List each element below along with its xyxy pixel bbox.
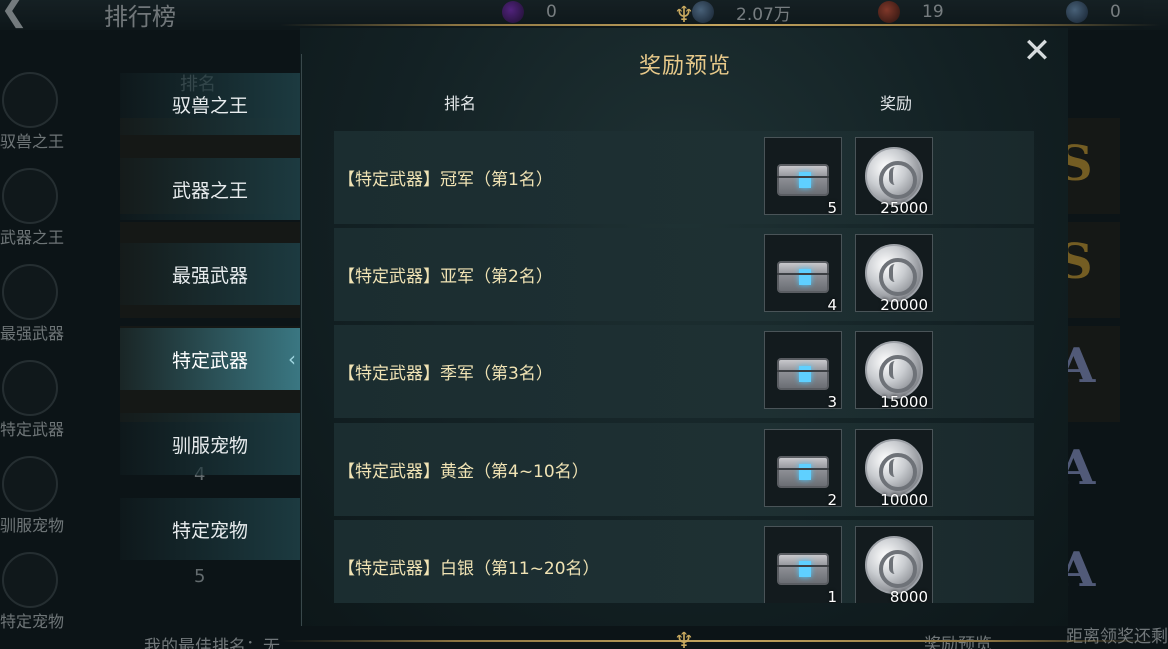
nav-label: 驭兽之王 [171,94,248,117]
coin-item-slot[interactable]: 10000 [855,429,933,509]
nav-label: 最强武器 [171,264,248,287]
red-orb-icon [878,1,900,23]
chest-item-slot[interactable]: 4 [764,234,842,314]
nav-item-beast-king[interactable]: 驭兽之王 [120,73,300,135]
currency-4-value: 0 [1110,2,1121,22]
chest-item-slot[interactable]: 3 [764,331,842,411]
reward-tier-label: 【特定武器】亚军（第2名） [338,267,553,287]
back-icon[interactable]: ❮ [0,0,52,26]
coin-item-slot[interactable]: 25000 [855,137,933,217]
item-count: 8000 [889,588,928,603]
page-title: 排行榜 [104,3,176,31]
chest-icon [777,164,829,196]
weapon-king-icon [2,168,58,224]
currency-2-value: 2.07万 [736,4,791,25]
silver-coin-icon [865,536,923,594]
coin-item-slot[interactable]: 15000 [855,331,933,411]
chest-item-slot[interactable]: 2 [764,429,842,509]
currency-3: 19 [878,0,944,24]
silver-coin-icon [865,147,923,205]
silver-coin-icon [865,439,923,497]
bg-side-item-5[interactable]: 驯服宠物 [0,456,64,536]
horse-icon [2,552,58,608]
coin-item-slot[interactable]: 20000 [855,234,933,314]
countdown-label: 距离领奖还剩 [1066,627,1168,647]
chest-icon [777,261,829,293]
nav-item-strongest-weapon[interactable]: 最强武器 [120,243,300,305]
column-header-reward: 奖励 [880,94,913,113]
bg-side-item-4[interactable]: 特定武器 [0,360,64,440]
reward-tier-label: 【特定武器】黄金（第4~10名） [338,462,589,482]
nav-label: 特定宠物 [171,519,248,542]
nav-label: 特定武器 [171,349,248,372]
reward-row: 【特定武器】亚军（第2名） 4 20000 [334,228,1034,321]
bg-side-label: 驭兽之王 [0,132,65,151]
nav-item-weapon-king[interactable]: 武器之王 [120,158,300,220]
close-icon[interactable]: ✕ [1022,34,1052,68]
item-count: 5 [827,199,837,217]
silver-coin-icon [865,341,923,399]
nav-label: 武器之王 [171,179,248,202]
chest-item-slot[interactable]: 1 [764,526,842,603]
reward-tier-label: 【特定武器】季军（第3名） [338,364,553,384]
bottom-ornament-icon: ♆ [674,629,694,649]
nav-item-tamed-pet[interactable]: 驯服宠物 [120,413,300,475]
bg-side-label: 武器之王 [0,228,65,247]
best-rank-value: 无 [263,637,280,649]
nav-item-specific-pet[interactable]: 特定宠物 [120,498,300,560]
bg-side-label: 特定武器 [0,420,65,439]
reward-row: 【特定武器】冠军（第1名） 5 25000 [334,131,1034,224]
reward-row: 【特定武器】白银（第11~20名） 1 8000 [334,520,1034,603]
column-header-rank: 排名 [444,94,477,113]
nav-label: 驯服宠物 [171,434,248,457]
globe-orb-icon [1066,1,1088,23]
chest-icon [777,553,829,585]
chest-item-slot[interactable]: 5 [764,137,842,217]
pet-icon [2,456,58,512]
bg-side-label: 最强武器 [0,324,65,343]
coin-item-slot[interactable]: 8000 [855,526,933,603]
bg-side-item-3[interactable]: 最强武器 [0,264,64,344]
item-count: 15000 [880,393,928,411]
reward-row: 【特定武器】黄金（第4~10名） 2 10000 [334,423,1034,516]
bg-side-label: 驯服宠物 [0,516,65,535]
top-ornament-icon: ♆ [674,3,694,28]
sword-icon [2,360,58,416]
currency-4: 0 [1066,0,1121,24]
item-count: 20000 [880,296,928,314]
item-count: 1 [827,588,837,603]
top-ornament-line [280,24,1160,26]
reward-tier-label: 【特定武器】冠军（第1名） [338,170,553,190]
reward-list[interactable]: 【特定武器】冠军（第1名） 5 25000 【特定武器】亚军（第2名） 4 20… [334,131,1034,603]
chest-icon [777,358,829,390]
bg-side-item-2[interactable]: 武器之王 [0,168,64,248]
best-rank-text: 我的最佳排名：无 [144,632,280,649]
item-count: 2 [827,491,837,509]
currency-1-value: 0 [546,2,557,22]
modal-title: 奖励预览 [638,54,731,79]
bg-side-label: 特定宠物 [0,612,65,631]
category-nav: 驭兽之王 武器之王 最强武器 特定武器 ‹ 驯服宠物 特定宠物 [120,54,302,626]
currency-1: 0 [502,0,557,24]
bottom-ornament-line [280,640,1160,642]
reward-tier-label: 【特定武器】白银（第11~20名） [338,559,600,579]
item-count: 3 [827,393,837,411]
best-rank-label: 我的最佳排名： [144,637,263,649]
purple-orb-icon [502,1,524,23]
item-count: 25000 [880,199,928,217]
silver-coin-icon [865,244,923,302]
item-count: 10000 [880,491,928,509]
reward-row: 【特定武器】季军（第3名） 3 15000 [334,325,1034,418]
chest-icon [777,456,829,488]
chevron-left-icon: ‹ [288,347,296,371]
sword-grid-icon [2,264,58,320]
beast-icon [2,72,58,128]
currency-3-value: 19 [922,2,944,22]
currency-2: 2.07万 [692,0,791,25]
nav-item-specific-weapon[interactable]: 特定武器 ‹ [120,328,300,390]
bg-side-item-1[interactable]: 驭兽之王 [0,72,64,152]
item-count: 4 [827,296,837,314]
bg-side-item-6[interactable]: 特定宠物 [0,552,64,632]
